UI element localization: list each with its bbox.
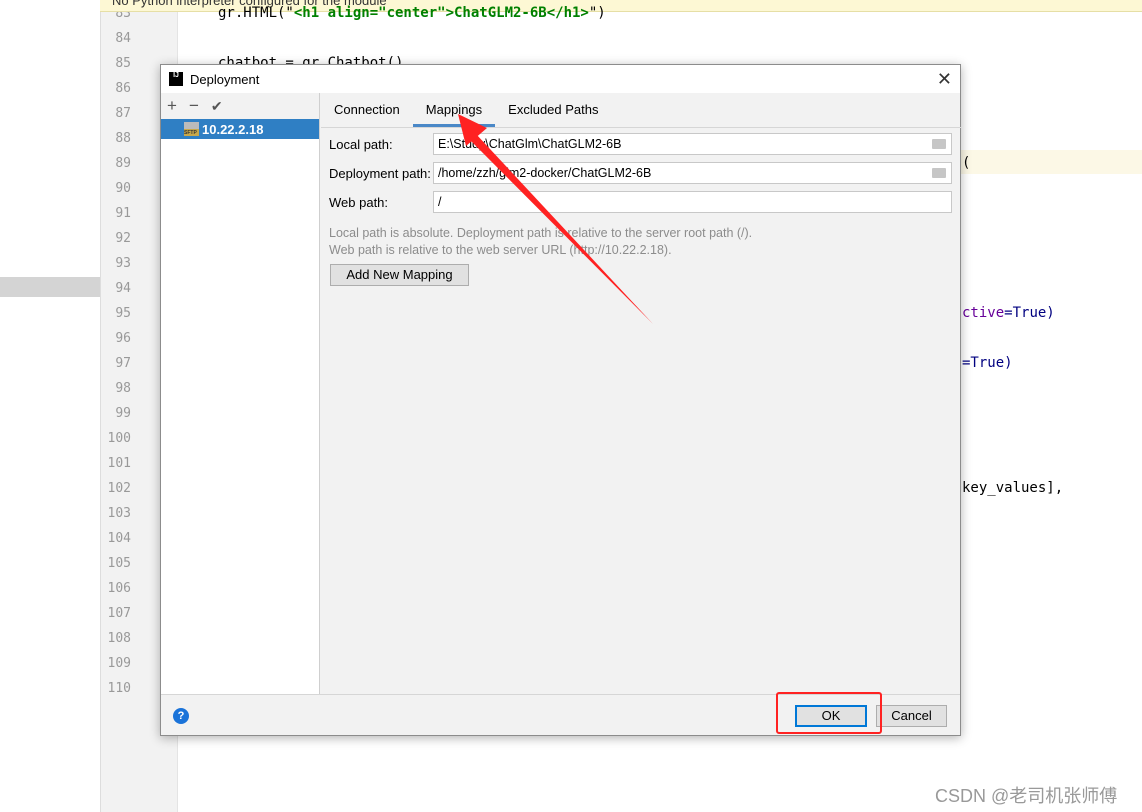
ok-highlight-box [776,692,882,734]
watermark: CSDN @老司机张师傅 [935,786,1118,806]
arrow-shaft [470,134,653,324]
red-arrow-annotation [458,114,653,324]
